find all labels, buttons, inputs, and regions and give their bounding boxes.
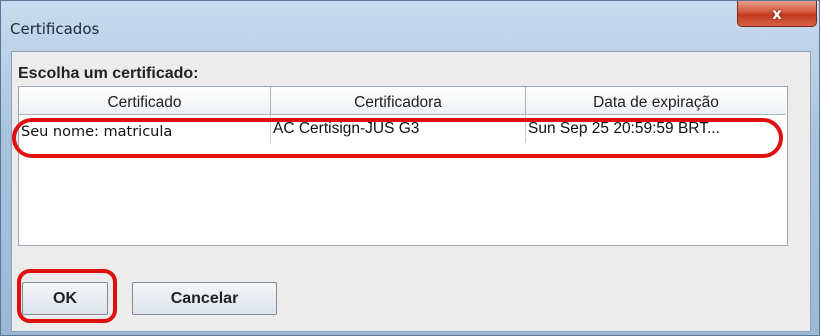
close-icon: x (772, 4, 782, 23)
column-header-certificadora[interactable]: Certificadora (271, 87, 526, 115)
choose-certificate-label: Escolha um certificado: (18, 65, 199, 82)
ok-button[interactable]: OK (22, 282, 108, 315)
cell-certificate-name: Seu nome: matricula (19, 115, 271, 143)
column-header-data-expiracao[interactable]: Data de expiração (526, 87, 786, 115)
close-button[interactable]: x (737, 1, 817, 27)
table-row[interactable]: Seu nome: matricula AC Certisign-JUS G3 … (19, 115, 787, 143)
dialog-content: Escolha um certificado: Certificado Cert… (11, 51, 811, 332)
certificates-dialog: Certificados x Escolha um certificado: C… (0, 0, 820, 336)
cell-expiration-date: Sun Sep 25 20:59:59 BRT... (528, 120, 720, 137)
window-title: Certificados (10, 20, 100, 38)
certificate-table[interactable]: Certificado Certificadora Data de expira… (18, 86, 788, 246)
cell-certifier: AC Certisign-JUS G3 (271, 115, 526, 143)
column-header-certificado[interactable]: Certificado (19, 87, 271, 115)
title-bar[interactable]: Certificados x (1, 1, 819, 47)
table-header: Certificado Certificadora Data de expira… (19, 87, 787, 115)
cancel-button[interactable]: Cancelar (132, 282, 277, 315)
